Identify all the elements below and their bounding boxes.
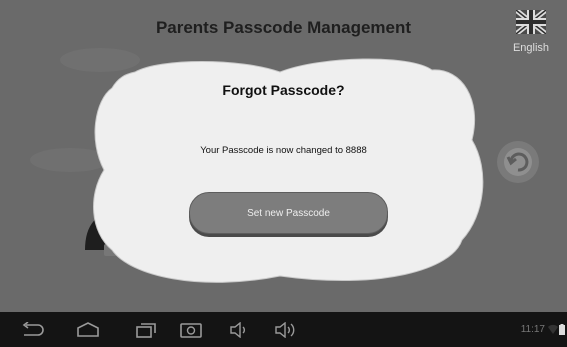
back-nav-button[interactable]	[20, 312, 44, 347]
volume-down-icon	[230, 321, 245, 338]
home-nav-icon	[77, 321, 99, 337]
system-navigation-bar: 11:17	[0, 312, 567, 347]
back-nav-icon	[22, 321, 44, 336]
volume-up-button[interactable]	[274, 312, 298, 347]
wifi-icon	[548, 324, 558, 334]
volume-up-icon	[275, 321, 295, 338]
dialog-title: Forgot Passcode?	[222, 82, 345, 98]
volume-down-button[interactable]	[229, 312, 249, 347]
battery-icon	[559, 324, 565, 335]
dialog-message: Your Passcode is now changed to 8888	[200, 145, 367, 156]
screenshot-button[interactable]	[180, 312, 202, 347]
screenshot-icon	[180, 322, 202, 338]
set-new-passcode-button[interactable]: Set new Passcode	[189, 192, 388, 234]
recent-apps-icon	[136, 322, 156, 338]
recent-apps-button[interactable]	[135, 312, 157, 347]
app-screen: Parents Passcode Management English Forg…	[0, 0, 567, 312]
status-time: 11:17	[520, 324, 545, 335]
dialog-shape	[93, 58, 484, 283]
home-nav-button[interactable]	[76, 312, 100, 347]
